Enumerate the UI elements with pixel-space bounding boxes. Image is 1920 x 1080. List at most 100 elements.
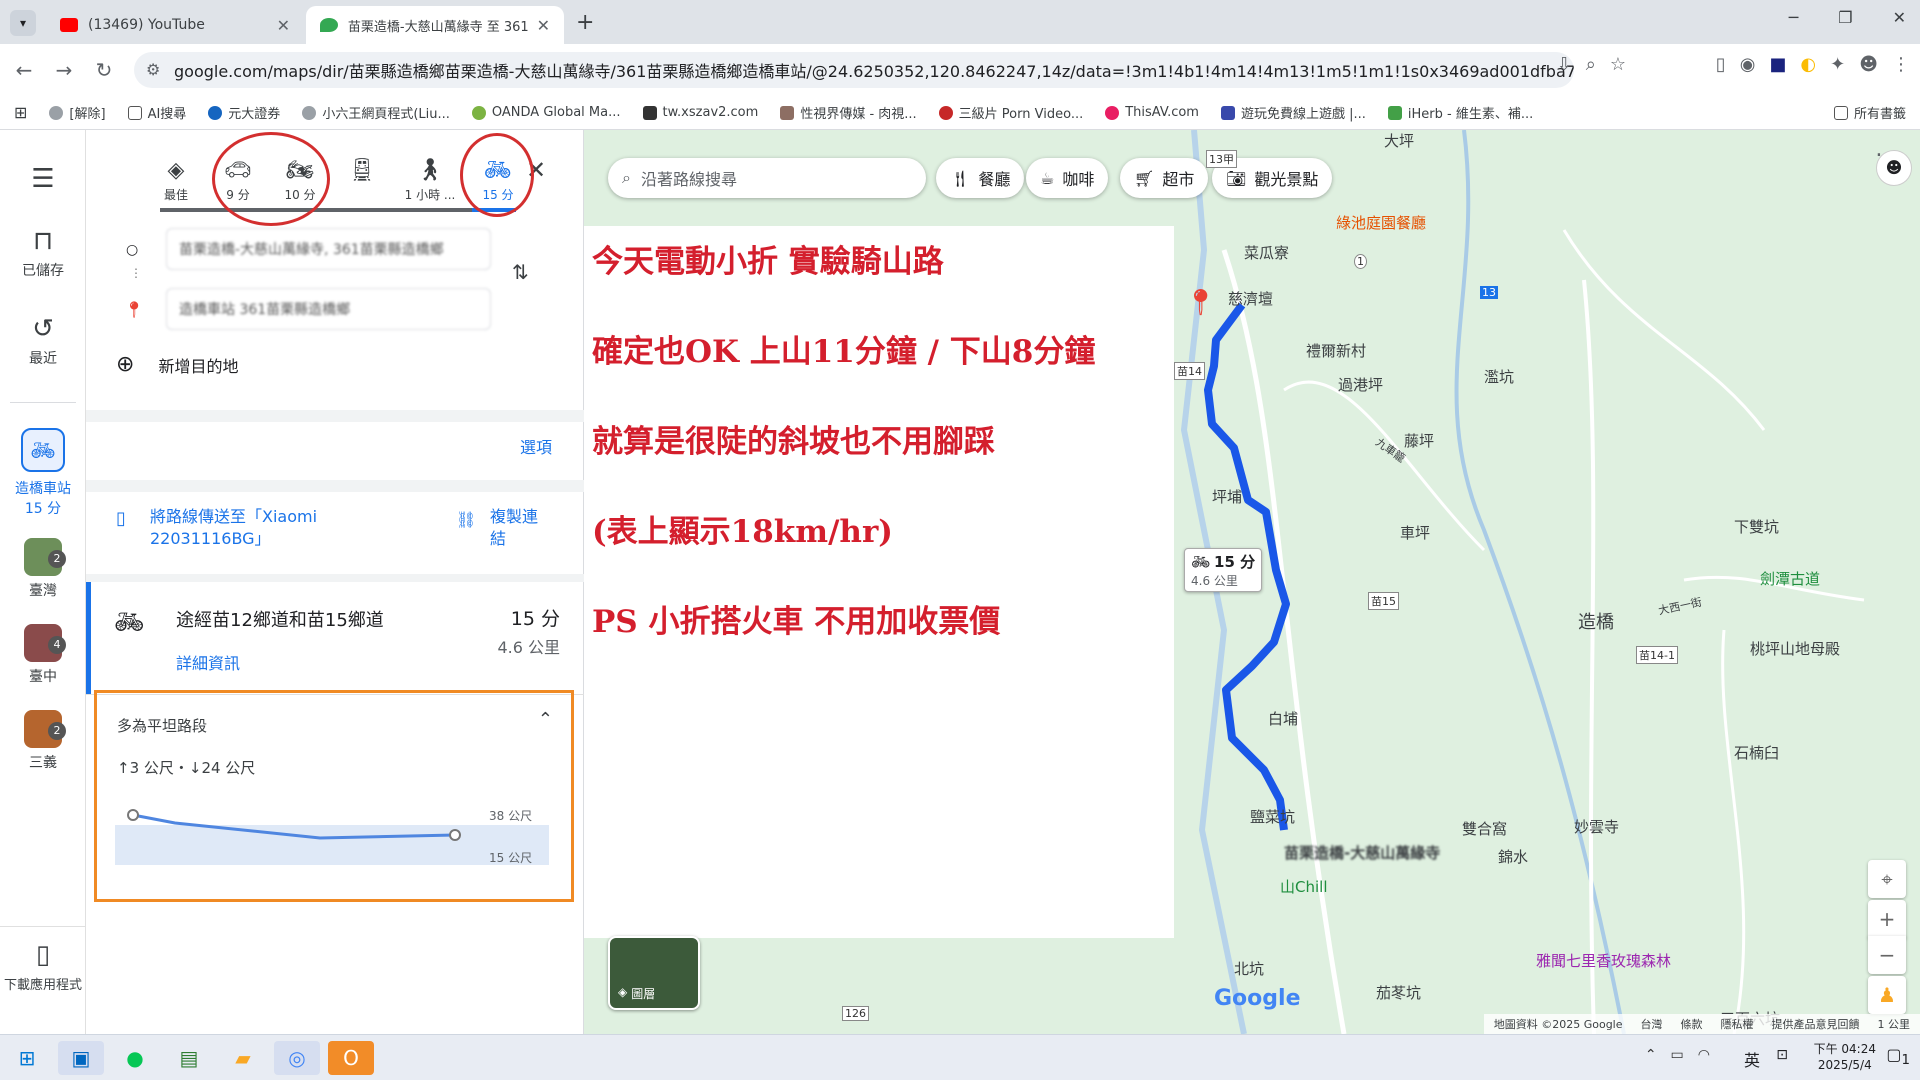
recent-place-item[interactable]: 2 三義	[0, 710, 86, 772]
bookmark-item[interactable]: 三級片 Porn Video...	[938, 103, 1083, 122]
origin-input[interactable]: 苗栗造橋-大慈山萬緣寺, 361苗栗縣造橋鄉	[166, 228, 491, 270]
saved-button[interactable]: ⊓ 已儲存	[0, 226, 86, 280]
route-time-badge[interactable]: 🚲︎ 15 分 4.6 公里	[1184, 548, 1263, 592]
pegman-icon[interactable]: ♟	[1868, 976, 1906, 1014]
chip-supermarket[interactable]: 🛒︎ 超市	[1120, 158, 1209, 198]
close-tab-icon[interactable]: ✕	[277, 16, 290, 35]
close-tab-icon[interactable]: ✕	[537, 16, 550, 35]
ime-indicator[interactable]: 英	[1744, 1047, 1760, 1071]
chip-restaurants[interactable]: 🍴︎ 餐廳	[936, 158, 1025, 198]
forward-icon[interactable]: →	[44, 58, 84, 82]
map-place-label[interactable]: 石楠臼	[1734, 742, 1779, 763]
map-place-label[interactable]: 菜瓜寮	[1244, 242, 1289, 263]
camera-icon[interactable]: ◉	[1740, 54, 1756, 75]
send-route-button[interactable]: 將路線傳送至「Xiaomi 22031116BG」	[150, 506, 350, 550]
map-place-label[interactable]: 雙合窩	[1462, 818, 1507, 839]
search-along-route[interactable]: ⌕ 沿著路線搜尋	[608, 158, 926, 198]
puzzle-icon[interactable]: ✦	[1830, 54, 1845, 75]
map-place-label[interactable]: 車坪	[1400, 522, 1430, 543]
map-place-label[interactable]: 北坑	[1234, 958, 1264, 979]
map-place-label[interactable]: 妙雲寺	[1574, 816, 1619, 837]
destination-pin-icon[interactable]: 📍︎	[1184, 290, 1217, 318]
back-icon[interactable]: ←	[4, 58, 44, 82]
mode-best[interactable]: ◈ 最佳	[156, 158, 196, 203]
details-link[interactable]: 詳細資訊	[176, 650, 240, 674]
phone-icon[interactable]: ▯	[1716, 54, 1726, 75]
download-app-button[interactable]: ▯ 下載應用程式	[0, 940, 86, 993]
terms-link[interactable]: 條款	[1681, 1016, 1703, 1032]
map-place-label[interactable]: 桃坪山地母殿	[1750, 638, 1840, 659]
notification-center[interactable]: ▢1	[1886, 1045, 1910, 1068]
bookmark-item[interactable]: [解除]	[49, 103, 106, 122]
map-place-label[interactable]: 禮爾新村	[1306, 340, 1366, 361]
address-bar[interactable]: ⚙ google.com/maps/dir/苗栗縣造橋鄉苗栗造橋-大慈山萬緣寺/…	[134, 52, 1574, 88]
bookmark-item[interactable]: 元大證券	[208, 103, 280, 122]
taskbar-app-icon[interactable]: ▣	[58, 1041, 104, 1075]
zoom-out-button[interactable]: −	[1868, 936, 1906, 974]
bookmark-item[interactable]: OANDA Global Ma...	[471, 105, 621, 120]
map-place-label[interactable]: 苗栗造橋-大慈山萬緣寺	[1284, 842, 1440, 863]
bookmark-item[interactable]: tw.xszav2.com	[642, 105, 758, 120]
zoom-in-button[interactable]: +	[1868, 900, 1906, 938]
map-place-label[interactable]: 茄苳坑	[1376, 982, 1421, 1003]
zoom-icon[interactable]: ⌕	[1586, 54, 1596, 75]
copy-link-button[interactable]: 複製連結	[490, 506, 550, 550]
map-place-label[interactable]: 濫坑	[1484, 366, 1514, 387]
map-place-label[interactable]: 過港坪	[1338, 374, 1383, 395]
map-place-label[interactable]: 錦水	[1498, 846, 1528, 867]
extension-app-icon[interactable]: ■	[1769, 54, 1786, 75]
line-app-icon[interactable]: ●	[112, 1041, 158, 1075]
clock[interactable]: 下午 04:24 2025/5/4	[1814, 1041, 1876, 1073]
chevron-up-icon[interactable]: ⌃	[1645, 1047, 1657, 1063]
active-route-item[interactable]: 🚲︎ 造橋車站 15 分	[0, 428, 86, 518]
reload-icon[interactable]: ↻	[84, 58, 124, 82]
recent-button[interactable]: ↺ 最近	[0, 314, 86, 368]
bookmark-item[interactable]: 性視界傳媒 - 肉視...	[780, 103, 917, 122]
account-avatar[interactable]: ☻	[1876, 150, 1912, 186]
bookmark-item[interactable]: ThisAV.com	[1105, 105, 1199, 120]
windows-start-icon[interactable]: ⊞	[4, 1041, 50, 1075]
close-window-icon[interactable]: ✕	[1893, 8, 1906, 27]
bookmark-item[interactable]: 小六王網頁程式(Liu...	[302, 103, 450, 122]
map-place-label[interactable]: 綠池庭園餐廳	[1336, 212, 1426, 233]
layers-button[interactable]: ◈ 圖層	[608, 936, 700, 1010]
my-location-icon[interactable]: ⌖	[1868, 860, 1906, 898]
menu-dots-icon[interactable]: ⋮	[1892, 54, 1910, 75]
privacy-link[interactable]: 隱私權	[1721, 1016, 1754, 1032]
minimize-icon[interactable]: ─	[1789, 8, 1799, 27]
chrome-icon[interactable]: ◎	[274, 1041, 320, 1075]
destination-input[interactable]: 造橋車站 361苗栗縣造橋鄉	[166, 288, 491, 330]
recent-place-item[interactable]: 2 臺灣	[0, 538, 86, 600]
map-place-label[interactable]: 下雙坑	[1734, 516, 1779, 537]
spreadsheet-app-icon[interactable]: ▤	[166, 1041, 212, 1075]
map-place-label[interactable]: 坪埔	[1212, 486, 1242, 507]
options-button[interactable]: 選項	[520, 434, 552, 458]
recent-place-item[interactable]: 4 臺中	[0, 624, 86, 686]
map-place-label[interactable]: 大坪	[1384, 130, 1414, 151]
map-place-label[interactable]: 白埔	[1268, 708, 1298, 729]
add-destination-button[interactable]: ⊕ 新增目的地	[116, 352, 238, 377]
chip-coffee[interactable]: ☕︎ 咖啡	[1026, 158, 1109, 198]
tab-youtube[interactable]: (13469) YouTube ✕	[46, 6, 304, 44]
feedback-link[interactable]: 提供產品意見回饋	[1772, 1016, 1860, 1032]
swap-icon[interactable]: ⇅	[512, 260, 529, 284]
new-tab-button[interactable]: +	[576, 10, 594, 35]
mode-transit[interactable]: 🚆︎	[342, 158, 382, 203]
bookmark-item[interactable]: 遊玩免費線上遊戲 |...	[1220, 103, 1366, 122]
install-icon[interactable]: ⇩	[1557, 54, 1572, 75]
opera-icon[interactable]: O	[328, 1041, 374, 1075]
restore-icon[interactable]: ❐	[1838, 8, 1852, 27]
map-place-label[interactable]: 雅聞七里香玫瑰森林	[1536, 950, 1671, 971]
site-info-icon[interactable]: ⚙	[146, 60, 160, 79]
map-canvas[interactable]: ⌕ 沿著路線搜尋 🍴︎ 餐廳 ☕︎ 咖啡 🛒︎ 超市 📷︎ 觀光景點 今天電動小折 實驗…	[584, 130, 1920, 1034]
hamburger-menu-icon[interactable]: ☰	[0, 164, 86, 194]
map-place-label[interactable]: 山Chill	[1280, 876, 1327, 897]
map-place-label[interactable]: 慈濟壇	[1228, 288, 1273, 309]
bookmark-item[interactable]: AI搜尋	[127, 103, 186, 122]
collapse-icon[interactable]: ⌃	[538, 709, 553, 730]
all-bookmarks[interactable]: 所有書籤	[1833, 103, 1906, 122]
bookmark-item[interactable]: iHerb - 維生素、補...	[1387, 103, 1533, 122]
bookmark-star-icon[interactable]: ☆	[1610, 54, 1626, 75]
apps-grid-icon[interactable]: ⊞	[14, 103, 27, 122]
map-place-label[interactable]: 藤坪	[1404, 430, 1434, 451]
